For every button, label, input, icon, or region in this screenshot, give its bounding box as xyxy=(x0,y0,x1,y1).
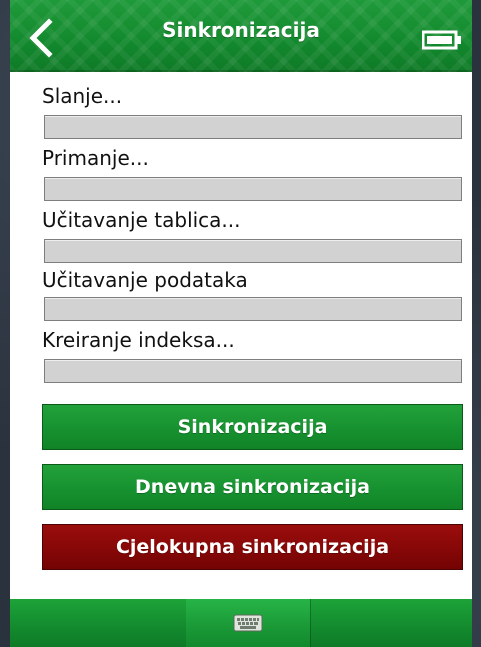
sync-button[interactable]: Sinkronizacija xyxy=(42,404,463,450)
keyboard-button[interactable] xyxy=(186,599,310,647)
sync-content: Slanje... Primanje... Učitavanje tablica… xyxy=(10,72,472,599)
full-sync-button[interactable]: Cjelokupna sinkronizacija xyxy=(42,524,463,570)
row-label-receiving: Primanje... xyxy=(42,146,149,170)
battery-icon xyxy=(421,30,462,50)
bottom-divider xyxy=(310,599,311,647)
row-label-sending: Slanje... xyxy=(42,84,123,108)
page-title: Sinkronizacija xyxy=(162,18,320,42)
progress-loading-tables xyxy=(44,239,462,263)
bottom-bar xyxy=(10,599,472,647)
row-label-loading-tables: Učitavanje tablica... xyxy=(42,208,241,232)
progress-receiving xyxy=(44,177,462,201)
device-frame: Sinkronizacija Slanje... Primanje... Uči… xyxy=(0,0,481,647)
daily-sync-button[interactable]: Dnevna sinkronizacija xyxy=(42,464,463,510)
keyboard-icon xyxy=(233,614,263,632)
progress-loading-data xyxy=(44,297,462,321)
row-label-loading-data: Učitavanje podataka xyxy=(42,268,248,292)
progress-creating-index xyxy=(44,359,462,383)
app-screen: Sinkronizacija Slanje... Primanje... Uči… xyxy=(10,0,472,647)
title-bar: Sinkronizacija xyxy=(10,0,472,72)
progress-sending xyxy=(44,115,462,139)
row-label-creating-index: Kreiranje indeksa... xyxy=(42,328,235,352)
